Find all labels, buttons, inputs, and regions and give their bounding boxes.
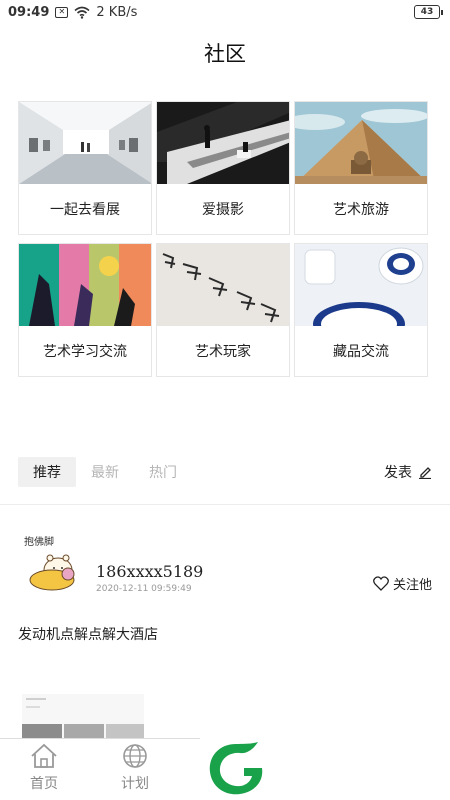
tab-latest[interactable]: 最新 (76, 457, 134, 487)
publish-button[interactable]: 发表 (384, 462, 432, 482)
category-label: 艺术玩家 (195, 344, 251, 360)
escalator-photo (157, 102, 289, 184)
pyramid-photo (295, 102, 427, 184)
category-label: 藏品交流 (333, 344, 389, 360)
post-image[interactable] (22, 694, 144, 740)
category-label: 艺术学习交流 (43, 344, 127, 360)
nav-plan[interactable]: 计划 (105, 743, 165, 793)
edit-icon (419, 467, 431, 479)
avatar-text: 抱佛脚 (24, 535, 54, 548)
follow-button[interactable]: 关注他 (373, 574, 432, 593)
brand-logo-button[interactable] (204, 740, 268, 798)
category-card-exhibition[interactable]: 一起去看展 (18, 101, 152, 235)
leaf-logo-icon (209, 742, 263, 795)
heart-icon (373, 576, 389, 591)
nav-home[interactable]: 首页 (14, 743, 74, 793)
category-card-collection[interactable]: 藏品交流 (294, 243, 428, 377)
divider (0, 504, 450, 505)
category-grid: 一起去看展 爱摄影 艺术旅游 艺术学习交流 艺术玩家 藏品交流 (18, 101, 428, 377)
network-speed: 2 KB/s (96, 4, 138, 20)
post-timestamp: 2020-12-11 09:59:49 (96, 584, 192, 594)
status-time: 09:49 (8, 4, 50, 20)
category-card-art-player[interactable]: 艺术玩家 (156, 243, 290, 377)
category-label: 艺术旅游 (333, 202, 389, 218)
porcelain-photo (295, 244, 427, 326)
abstract-painting-photo (19, 244, 151, 326)
category-card-photography[interactable]: 爱摄影 (156, 101, 290, 235)
status-bar: 09:49 ✕ 2 KB/s 43 (0, 0, 450, 24)
battery-icon: 43 (414, 5, 443, 19)
wifi-icon (74, 6, 90, 19)
tab-hot[interactable]: 热门 (134, 457, 192, 487)
category-label: 爱摄影 (202, 202, 244, 218)
tab-recommended[interactable]: 推荐 (18, 457, 76, 487)
category-card-art-travel[interactable]: 艺术旅游 (294, 101, 428, 235)
publish-label: 发表 (384, 465, 412, 481)
avatar[interactable]: 抱佛脚 (22, 534, 82, 594)
notification-icon: ✕ (55, 6, 69, 18)
globe-icon (123, 744, 147, 768)
nav-home-label: 首页 (30, 776, 58, 792)
category-label: 一起去看展 (50, 202, 120, 218)
bottom-nav: 首页 计划 (0, 738, 200, 800)
feed-tabs: 推荐 最新 热门 发表 (0, 455, 450, 489)
post-username[interactable]: 186xxxx5189 (96, 562, 203, 581)
gallery-photo (19, 102, 151, 184)
page-title: 社区 (204, 42, 246, 66)
home-icon (31, 743, 57, 768)
category-card-art-learning[interactable]: 艺术学习交流 (18, 243, 152, 377)
flying-chairs-photo (157, 244, 289, 326)
post-content: 发动机点解点解大酒店 (18, 627, 158, 643)
nav-plan-label: 计划 (121, 776, 149, 792)
follow-label: 关注他 (392, 578, 432, 593)
